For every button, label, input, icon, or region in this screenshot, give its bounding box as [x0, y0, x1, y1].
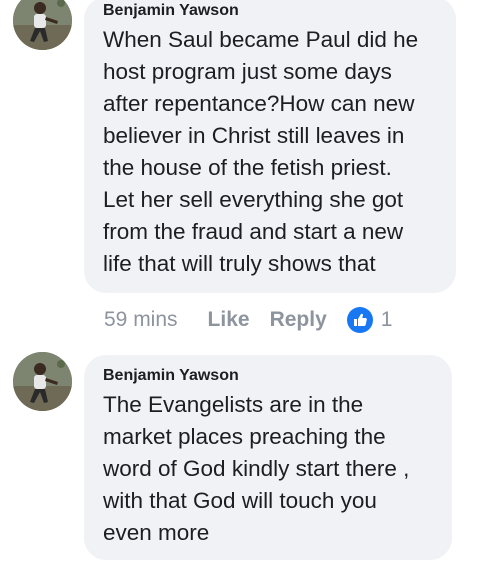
comment-author[interactable]: Benjamin Yawson — [103, 1, 438, 21]
comment-text: The Evangelists are in the market places… — [103, 392, 410, 545]
like-button[interactable]: Like — [208, 308, 250, 332]
user-photo-icon — [13, 0, 72, 50]
comment-timestamp[interactable]: 59 mins — [104, 308, 178, 332]
avatar[interactable] — [13, 352, 72, 411]
comment-text: When Saul became Paul did he host progra… — [103, 27, 419, 276]
reaction-count: 1 — [380, 308, 393, 331]
comment-author[interactable]: Benjamin Yawson — [103, 366, 434, 386]
comment-bubble: Benjamin Yawson The Evangelists are in t… — [84, 355, 452, 560]
reaction-summary[interactable]: 1 — [346, 307, 393, 333]
comment-bubble: Benjamin Yawson When Saul became Paul di… — [84, 0, 456, 293]
reply-button[interactable]: Reply — [270, 308, 327, 332]
comment-actions: 59 mins Like Reply 1 — [104, 303, 392, 337]
like-thumbs-up-icon — [346, 307, 373, 333]
user-photo-icon — [13, 352, 72, 411]
avatar[interactable] — [13, 0, 72, 50]
